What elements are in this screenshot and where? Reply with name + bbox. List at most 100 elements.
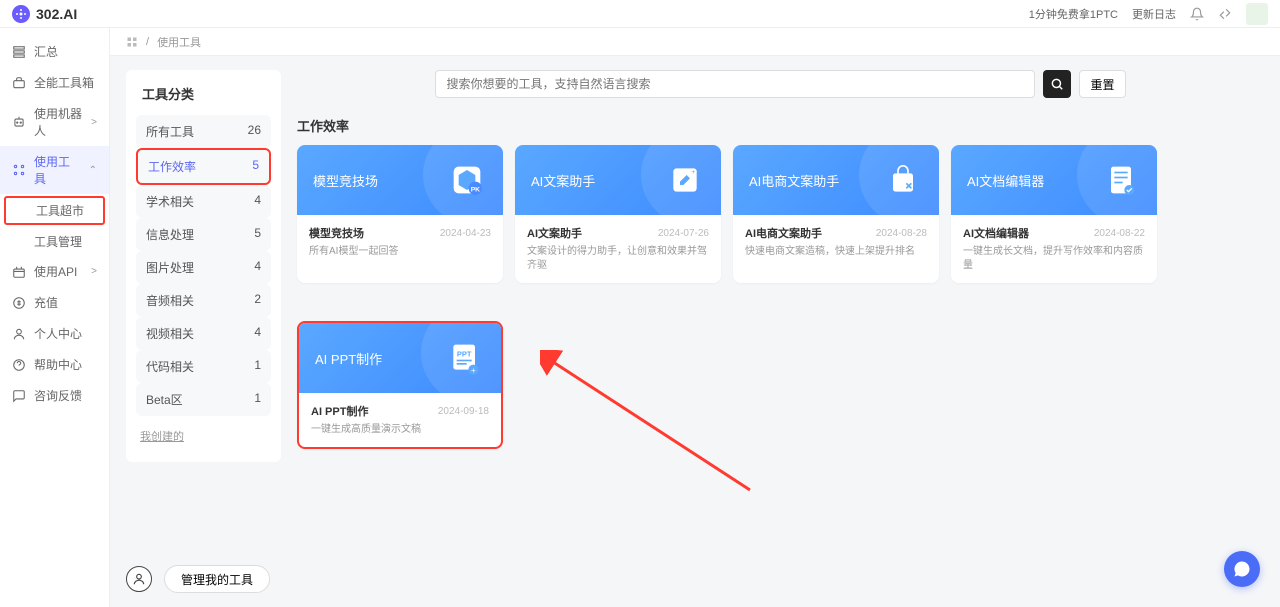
- card-header: AI电商文案助手: [733, 145, 939, 215]
- toolbox-icon: [12, 76, 26, 90]
- feedback-icon: [12, 389, 26, 403]
- reset-button[interactable]: 重置: [1079, 70, 1125, 98]
- sidebar-item-label: 充值: [34, 294, 58, 311]
- category-panel: 工具分类 所有工具26工作效率5学术相关4信息处理5图片处理4音频相关2视频相关…: [126, 70, 281, 462]
- card-heading: 模型竞技场: [313, 171, 378, 190]
- category-count: 4: [254, 325, 261, 342]
- api-icon: [12, 265, 26, 279]
- svg-text:PPT: PPT: [457, 349, 472, 358]
- brand-icon: [12, 5, 30, 23]
- card-name: 模型竞技场: [309, 225, 364, 241]
- card-desc: 所有AI模型一起回答: [309, 245, 491, 259]
- category-title: 工具分类: [136, 80, 271, 111]
- chevron-icon: ⌃: [89, 165, 97, 176]
- sidebar-item-label: 汇总: [34, 43, 58, 60]
- category-item[interactable]: 代码相关 1: [136, 350, 271, 383]
- sidebar-item-tools[interactable]: 使用工具⌃: [0, 146, 109, 194]
- category-item[interactable]: 学术相关4: [136, 185, 271, 218]
- category-count: 26: [248, 123, 261, 140]
- category-count: 5: [254, 226, 261, 243]
- card-header: 模型竞技场 PK: [297, 145, 503, 215]
- category-count: 1: [254, 391, 261, 408]
- card-heading: AI文档编辑器: [967, 171, 1044, 190]
- card-desc: 一键生成长文档，提升写作效率和内容质量: [963, 245, 1145, 273]
- card-heading: AI文案助手: [531, 171, 595, 190]
- category-label: 音频相关: [146, 292, 194, 309]
- manage-tools-button[interactable]: 管理我的工具: [164, 565, 270, 593]
- bag-icon: [883, 160, 923, 200]
- category-count: 4: [254, 259, 261, 276]
- cube-icon: PK: [447, 160, 487, 200]
- sidebar-item-api[interactable]: 使用API>: [0, 256, 109, 287]
- category-label: 代码相关: [146, 358, 194, 375]
- changelog-link[interactable]: 更新日志: [1132, 6, 1176, 22]
- sidebar-item-profile[interactable]: 个人中心: [0, 318, 109, 349]
- svg-text:PK: PK: [471, 187, 480, 194]
- sidebar-sub-item[interactable]: 工具超市: [4, 196, 105, 225]
- section-title: 工作效率: [297, 116, 1264, 135]
- category-item[interactable]: Beta区1: [136, 383, 271, 416]
- category-count: 1: [254, 358, 261, 375]
- category-count: 2: [254, 292, 261, 309]
- tool-card[interactable]: AI文案助手+AI文案助手2024-07-26文案设计的得力助手，让创意和效果并…: [515, 145, 721, 283]
- card-date: 2024-08-28: [876, 228, 927, 239]
- sidebar: 汇总全能工具箱使用机器人 > 使用工具⌃工具超市工具管理使用API> 充值个人中心帮助…: [0, 28, 110, 607]
- search-button[interactable]: [1043, 70, 1071, 98]
- card-date: 2024-07-26: [658, 228, 709, 239]
- card-header: AI文案助手 +: [515, 145, 721, 215]
- search-input[interactable]: [435, 70, 1035, 98]
- tools-icon: [12, 163, 26, 177]
- category-item[interactable]: 信息处理 5: [136, 218, 271, 251]
- category-label: 信息处理: [146, 226, 194, 243]
- tool-card[interactable]: AI文档编辑器AI文档编辑器2024-08-22一键生成长文档，提升写作效率和内…: [951, 145, 1157, 283]
- sidebar-item-recharge[interactable]: 充值: [0, 287, 109, 318]
- card-heading: AI电商文案助手: [749, 171, 839, 190]
- avatar[interactable]: [1246, 3, 1268, 25]
- sidebar-item-bots[interactable]: 使用机器人 >: [0, 98, 109, 146]
- back-link[interactable]: 我创建的: [136, 420, 271, 452]
- grid-icon: [126, 36, 138, 48]
- tool-card[interactable]: AI电商文案助手 AI电商文案助手 2024-08-28 快速电商文案造稿，快速上架提…: [733, 145, 939, 283]
- bots-icon: [12, 115, 26, 129]
- card-name: AI电商文案助手: [745, 225, 822, 241]
- card-date: 2024-04-23: [440, 228, 491, 239]
- card-name: AI文案助手: [527, 225, 582, 241]
- ppt-icon: PPT+: [445, 338, 485, 378]
- edit-icon: +: [665, 160, 705, 200]
- promo-link[interactable]: 1分钟免费拿1PTC: [1029, 6, 1118, 22]
- breadcrumb-item[interactable]: 使用工具: [157, 34, 201, 50]
- chevron-icon: >: [91, 117, 97, 128]
- category-item[interactable]: 所有工具 26: [136, 115, 271, 148]
- card-heading: AI PPT制作: [315, 349, 382, 368]
- card-name: AI PPT制作: [311, 403, 368, 419]
- sidebar-item-help[interactable]: 帮助中心: [0, 349, 109, 380]
- sidebar-sub-item[interactable]: 工具管理: [0, 227, 109, 256]
- tool-card[interactable]: 模型竞技场 PK 模型竞技场 2024-04-23 所有AI模型一起回答: [297, 145, 503, 283]
- category-item[interactable]: 音频相关 2: [136, 284, 271, 317]
- user-icon[interactable]: [126, 566, 152, 592]
- card-header: AI文档编辑器: [951, 145, 1157, 215]
- category-label: 图片处理: [146, 259, 194, 276]
- brand-logo[interactable]: 302.AI: [12, 5, 77, 23]
- category-label: 学术相关: [146, 193, 194, 210]
- sidebar-item-label: 咨询反馈: [34, 387, 82, 404]
- card-name: AI文档编辑器: [963, 225, 1029, 241]
- chevron-icon: >: [91, 266, 97, 277]
- chat-fab[interactable]: [1224, 551, 1260, 587]
- bell-icon[interactable]: [1190, 7, 1204, 21]
- sidebar-item-feedback[interactable]: 咨询反馈: [0, 380, 109, 411]
- sidebar-item-summary[interactable]: 汇总: [0, 36, 109, 67]
- sidebar-item-label: 个人中心: [34, 325, 82, 342]
- category-item[interactable]: 图片处理 4: [136, 251, 271, 284]
- tool-card[interactable]: AI PPT制作PPT+AI PPT制作2024-09-18一键生成高质量演示文…: [297, 321, 503, 449]
- sidebar-item-label: 全能工具箱: [34, 74, 94, 91]
- category-item[interactable]: 工作效率5: [136, 148, 271, 185]
- sidebar-item-toolbox[interactable]: 全能工具箱: [0, 67, 109, 98]
- category-label: 所有工具: [146, 123, 194, 140]
- brand-text: 302.AI: [36, 6, 77, 22]
- sidebar-item-label: 使用机器人: [34, 105, 83, 139]
- card-desc: 快速电商文案造稿，快速上架提升排名: [745, 245, 927, 259]
- settings-icon[interactable]: [1218, 7, 1232, 21]
- doc-icon: [1101, 160, 1141, 200]
- category-item[interactable]: 视频相关4: [136, 317, 271, 350]
